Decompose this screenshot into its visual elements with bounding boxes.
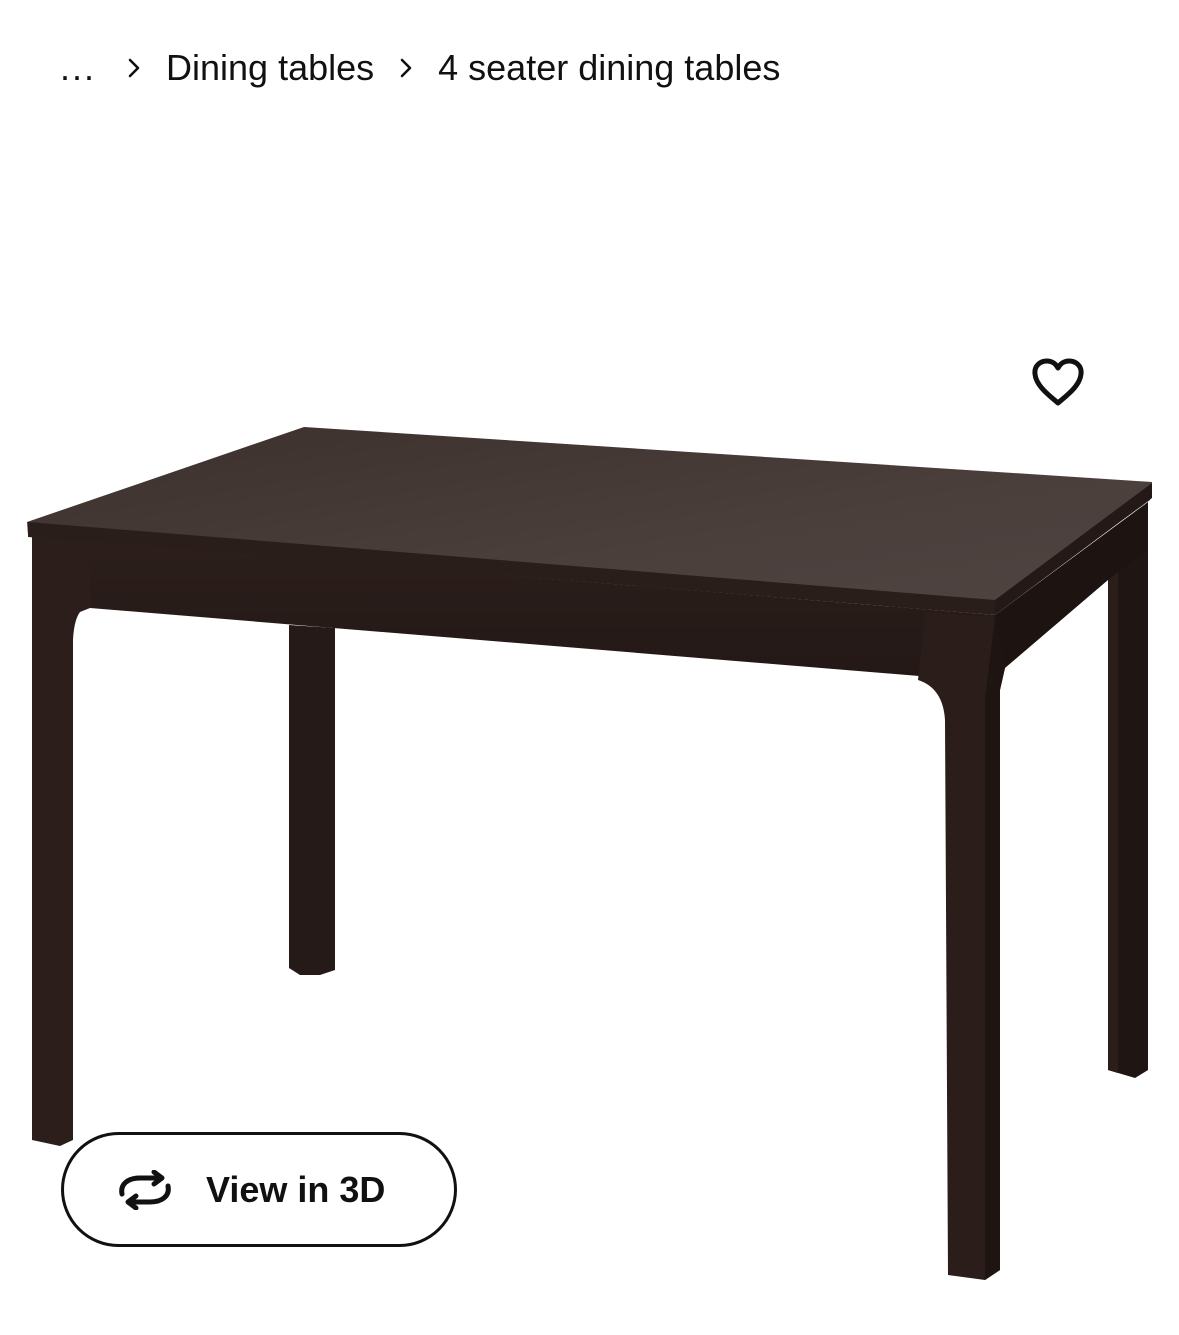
breadcrumb: ... Dining tables 4 seater dining tables <box>60 44 780 92</box>
breadcrumb-ellipsis[interactable]: ... <box>60 47 102 89</box>
favourite-button[interactable] <box>1024 352 1092 416</box>
breadcrumb-item-dining-tables[interactable]: Dining tables <box>166 47 374 89</box>
view-in-3d-button[interactable]: View in 3D <box>61 1132 457 1247</box>
table-leg-front-left <box>32 537 90 1146</box>
rotate-3d-icon <box>114 1168 178 1212</box>
chevron-right-icon <box>102 44 166 92</box>
view-in-3d-label: View in 3D <box>206 1168 386 1210</box>
heart-icon <box>1030 356 1086 413</box>
chevron-right-icon <box>374 44 438 92</box>
breadcrumb-item-4-seater-dining-tables[interactable]: 4 seater dining tables <box>438 47 780 89</box>
table-leg-back-left <box>289 625 335 975</box>
